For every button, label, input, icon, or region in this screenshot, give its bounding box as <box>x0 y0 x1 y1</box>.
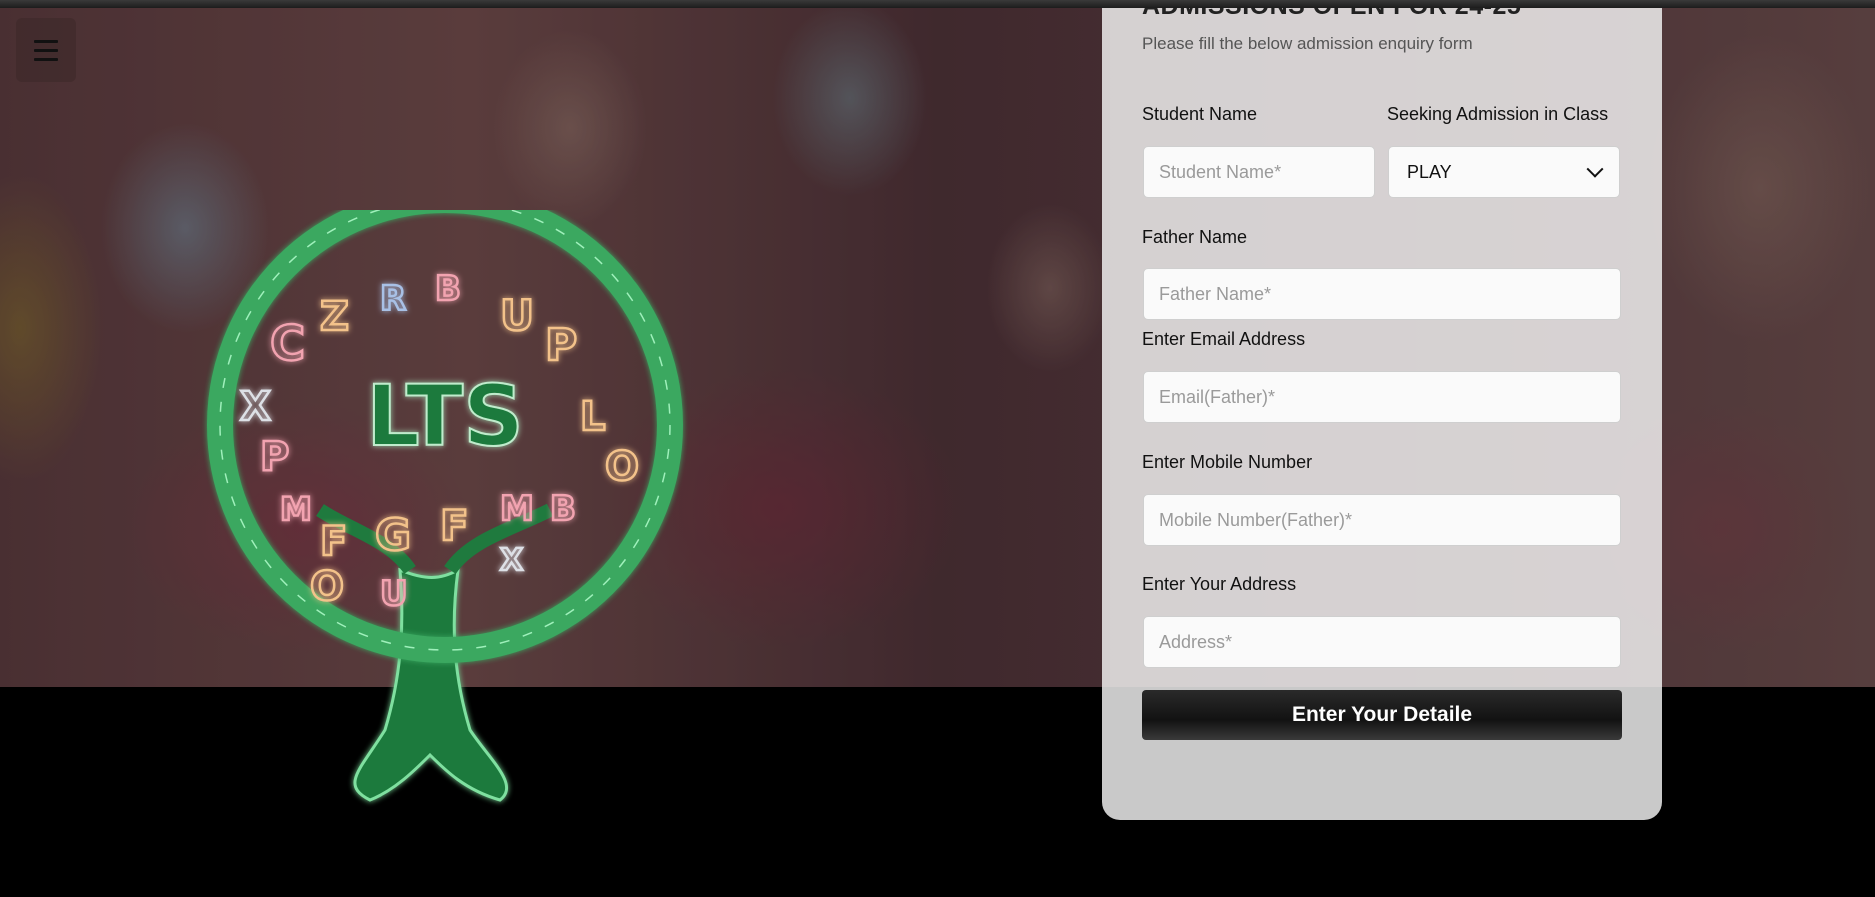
father-name-label: Father Name <box>1142 227 1248 247</box>
svg-text:P: P <box>260 434 289 480</box>
mobile-input[interactable] <box>1143 494 1621 546</box>
hamburger-menu-icon[interactable] <box>16 18 76 82</box>
svg-text:R: R <box>380 279 406 319</box>
browser-top-strip <box>0 0 1875 8</box>
class-label: Seeking Admission in Class <box>1387 104 1609 124</box>
menu-bar <box>34 39 58 43</box>
svg-text:O: O <box>310 564 344 610</box>
page: C Z R B U P X P L O B M F G F M O U X LT… <box>0 0 1875 897</box>
class-select[interactable]: PLAY <box>1388 146 1620 198</box>
svg-text:B: B <box>550 489 576 529</box>
tree-logo: C Z R B U P X P L O B M F G F M O U X LT… <box>207 210 683 802</box>
svg-text:F: F <box>320 519 347 565</box>
svg-text:L: L <box>580 394 606 440</box>
mobile-label: Enter Mobile Number <box>1142 452 1313 472</box>
svg-text:G: G <box>375 510 411 561</box>
svg-text:X: X <box>500 543 523 578</box>
svg-text:B: B <box>435 269 461 309</box>
svg-text:O: O <box>605 444 639 490</box>
svg-text:U: U <box>500 291 534 340</box>
logo-text: LTS <box>366 367 523 465</box>
student-name-input[interactable] <box>1143 146 1375 198</box>
tree-trunk <box>353 567 508 802</box>
svg-text:U: U <box>380 574 408 614</box>
submit-button[interactable]: Enter Your Detaile <box>1142 690 1622 740</box>
class-select-value: PLAY <box>1407 161 1452 182</box>
svg-text:M: M <box>500 489 534 529</box>
svg-text:F: F <box>440 501 469 550</box>
father-name-input[interactable] <box>1143 268 1621 320</box>
email-label: Enter Email Address <box>1142 329 1306 349</box>
chevron-down-icon <box>1586 160 1604 178</box>
svg-text:X: X <box>240 384 271 430</box>
student-name-label: Student Name <box>1142 104 1258 124</box>
admission-form: ADMISSIONS OPEN FOR 24-25 Please fill th… <box>1102 0 1662 820</box>
menu-bar <box>34 57 58 61</box>
address-input[interactable] <box>1143 616 1621 668</box>
menu-bar <box>34 48 58 52</box>
svg-text:P: P <box>545 320 577 371</box>
address-label: Enter Your Address <box>1142 574 1297 594</box>
form-subtitle: Please fill the below admission enquiry … <box>1142 34 1473 53</box>
svg-text:C: C <box>270 316 305 372</box>
svg-text:M: M <box>280 490 312 528</box>
svg-text:Z: Z <box>320 294 349 340</box>
email-input[interactable] <box>1143 371 1621 423</box>
